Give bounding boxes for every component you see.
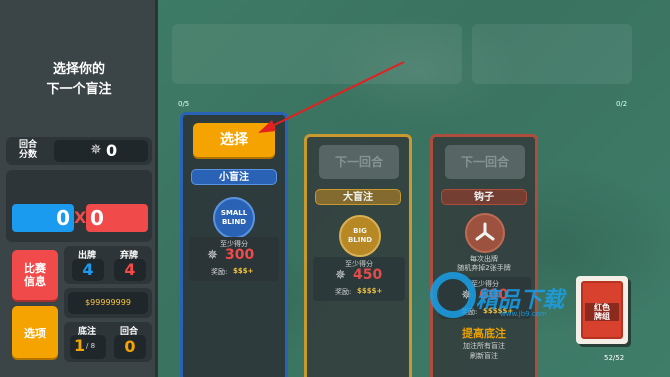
annotation-arrow-icon xyxy=(258,61,405,133)
